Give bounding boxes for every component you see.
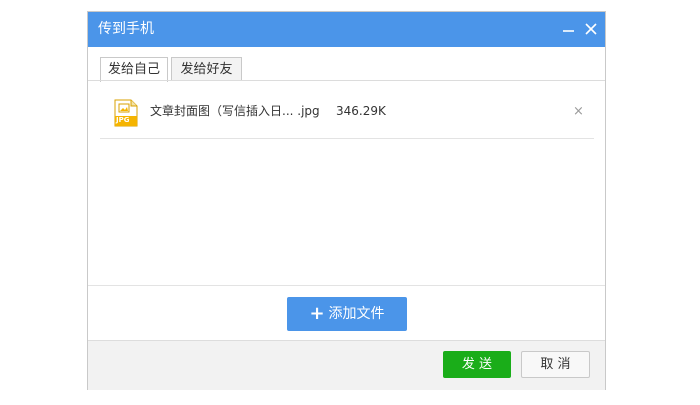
close-icon[interactable] <box>582 20 600 38</box>
plus-icon: + <box>309 303 325 324</box>
add-area-divider <box>88 285 605 286</box>
file-name: 文章封面图（写信插入日... .jpg <box>150 104 320 118</box>
send-button[interactable]: 发 送 <box>443 351 511 378</box>
add-file-button[interactable]: + 添加文件 <box>287 297 407 331</box>
tab-divider <box>88 80 605 81</box>
dialog-footer: 发 送 取 消 <box>88 340 605 390</box>
tab-send-to-friend[interactable]: 发给好友 <box>171 57 242 81</box>
title-bar[interactable]: 传到手机 <box>88 12 605 47</box>
send-to-phone-dialog: 传到手机 发给自己 发给好友 JPG 文章封面图（写信插入日... .jpg 3… <box>87 11 606 390</box>
file-size: 346.29K <box>336 104 386 118</box>
jpg-badge-text: JPG <box>116 116 130 124</box>
file-list-item: JPG 文章封面图（写信插入日... .jpg 346.29K × <box>100 92 594 139</box>
cancel-button[interactable]: 取 消 <box>521 351 590 378</box>
add-file-label: 添加文件 <box>328 306 385 322</box>
tab-send-to-self[interactable]: 发给自己 <box>100 57 168 82</box>
dialog-title: 传到手机 <box>98 21 154 37</box>
minimize-icon[interactable] <box>560 20 578 38</box>
remove-file-icon[interactable]: × <box>573 105 584 119</box>
